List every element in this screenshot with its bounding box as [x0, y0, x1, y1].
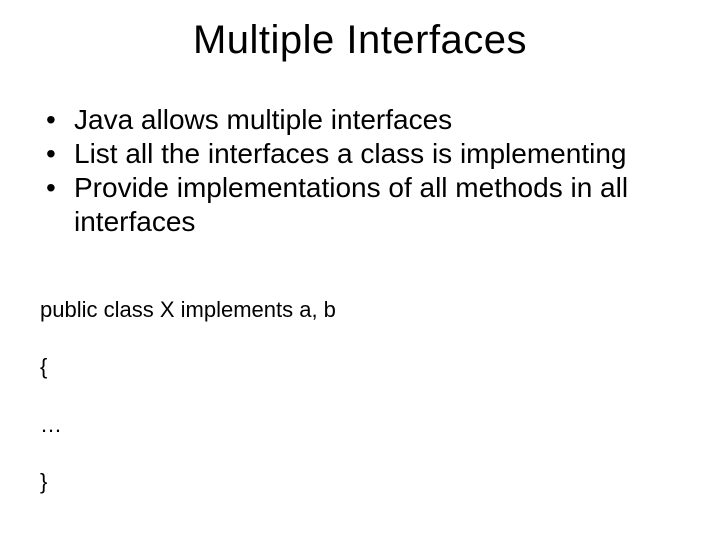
code-block: public class X implements a, b { … }: [40, 268, 680, 525]
code-line: …: [40, 411, 680, 440]
code-line: }: [40, 468, 680, 497]
slide-title: Multiple Interfaces: [40, 18, 680, 63]
bullet-item: List all the interfaces a class is imple…: [40, 137, 680, 171]
bullet-item: Java allows multiple interfaces: [40, 103, 680, 137]
code-line: public class X implements a, b: [40, 296, 680, 325]
bullet-item: Provide implementations of all methods i…: [40, 171, 680, 239]
code-line: {: [40, 353, 680, 382]
slide: Multiple Interfaces Java allows multiple…: [0, 0, 720, 540]
bullet-list: Java allows multiple interfaces List all…: [40, 103, 680, 240]
